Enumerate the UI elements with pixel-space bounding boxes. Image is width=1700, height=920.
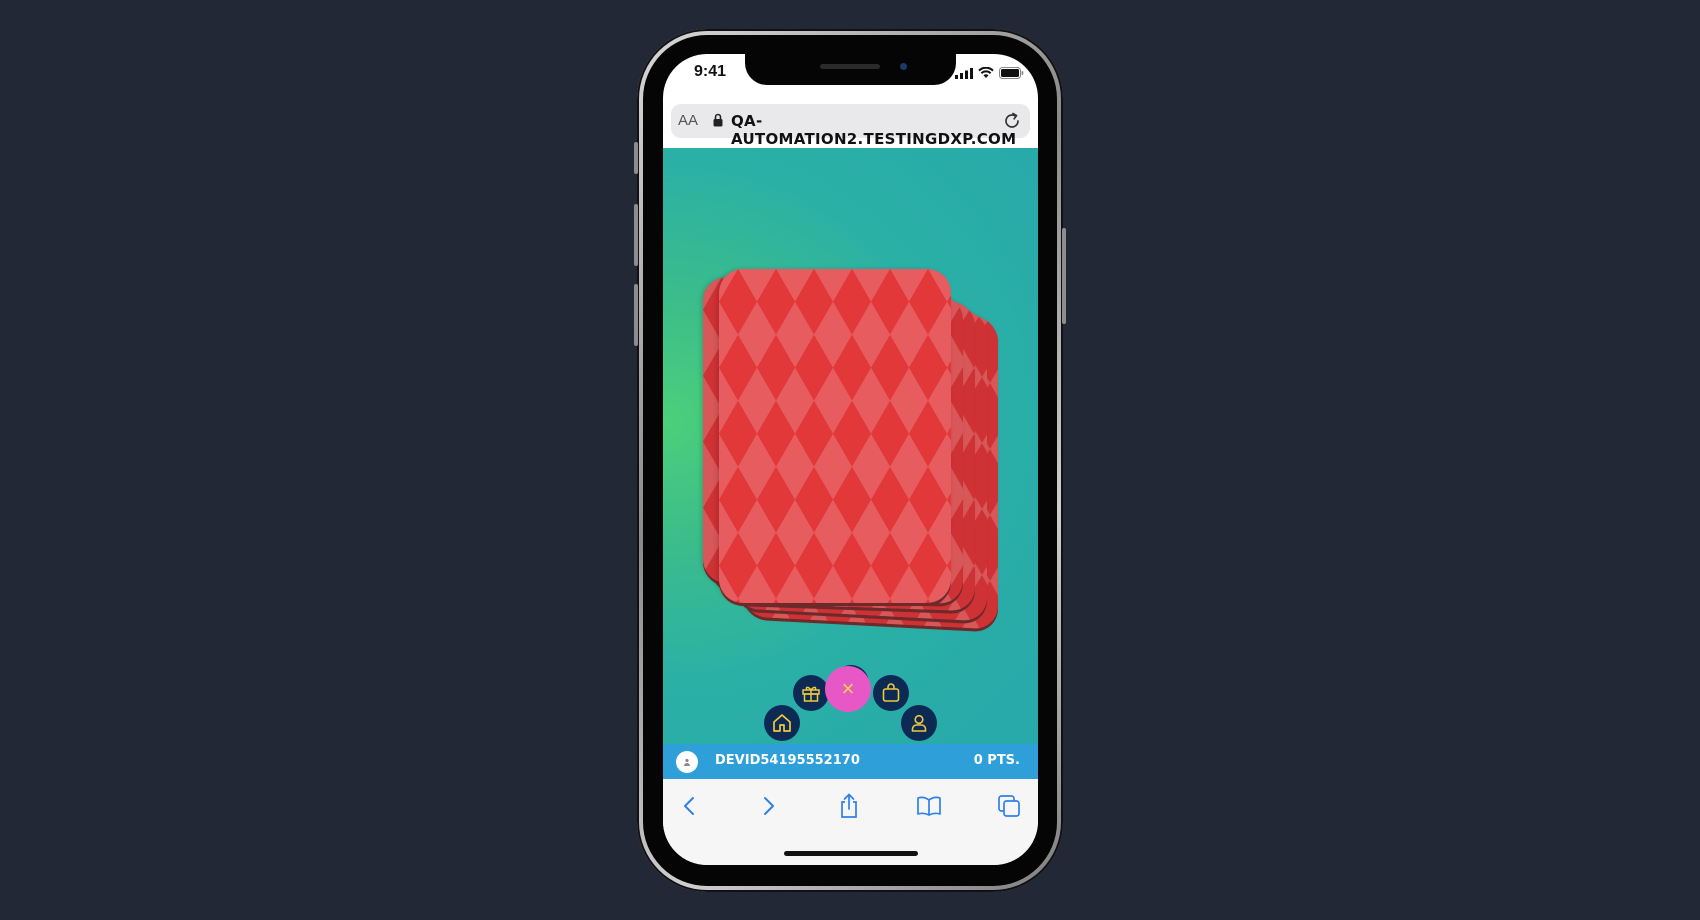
share-button[interactable] bbox=[835, 792, 863, 820]
close-menu-button[interactable]: × bbox=[825, 666, 871, 712]
username: DEVID54195552170 bbox=[715, 753, 860, 768]
phone-screen: 9:41 AA QA-AUTOMATION2.TESTINGDXP.COM × … bbox=[663, 54, 1038, 865]
user-icon bbox=[911, 714, 927, 732]
home-button[interactable] bbox=[764, 705, 800, 741]
chevron-left-icon bbox=[684, 797, 694, 815]
reload-icon[interactable] bbox=[1002, 111, 1022, 131]
book-icon bbox=[917, 796, 941, 816]
text-size-button[interactable]: AA bbox=[678, 112, 698, 129]
lock-icon bbox=[713, 113, 723, 127]
forward-button[interactable] bbox=[755, 792, 783, 820]
camera bbox=[900, 63, 907, 70]
game-canvas[interactable]: ? bbox=[663, 148, 1038, 755]
tabs-icon bbox=[998, 795, 1020, 817]
back-button[interactable] bbox=[675, 792, 703, 820]
address-bar[interactable]: AA QA-AUTOMATION2.TESTINGDXP.COM bbox=[671, 104, 1030, 148]
shopping-bag-icon bbox=[882, 683, 900, 702]
url-text[interactable]: QA-AUTOMATION2.TESTINGDXP.COM bbox=[731, 112, 1030, 148]
close-icon: × bbox=[841, 676, 855, 701]
shop-button[interactable] bbox=[873, 675, 909, 711]
bookmarks-button[interactable] bbox=[915, 792, 943, 820]
user-bar: DEVID54195552170 0 PTS. bbox=[663, 744, 1038, 779]
user-avatar-icon bbox=[684, 758, 690, 766]
wifi-icon bbox=[978, 67, 994, 78]
tabs-button[interactable] bbox=[995, 792, 1023, 820]
speaker bbox=[820, 64, 880, 69]
share-icon bbox=[841, 793, 857, 818]
notch bbox=[745, 54, 956, 85]
home-indicator bbox=[784, 851, 918, 856]
status-time: 9:41 bbox=[694, 63, 727, 80]
power-button bbox=[1062, 228, 1066, 324]
gift-button[interactable] bbox=[793, 675, 829, 711]
battery-icon bbox=[999, 67, 1024, 79]
chevron-right-icon bbox=[764, 797, 774, 815]
volume-up-button bbox=[634, 204, 638, 266]
profile-button[interactable] bbox=[901, 705, 937, 741]
status-icons bbox=[955, 67, 1024, 79]
avatar[interactable] bbox=[676, 751, 698, 773]
points-total: 0 PTS. bbox=[973, 753, 1020, 768]
signal-icon bbox=[955, 67, 973, 79]
home-icon bbox=[773, 714, 791, 732]
top-card-back[interactable] bbox=[719, 269, 951, 603]
gift-icon bbox=[802, 686, 820, 702]
volume-down-button bbox=[634, 284, 638, 346]
silent-switch bbox=[634, 142, 638, 174]
